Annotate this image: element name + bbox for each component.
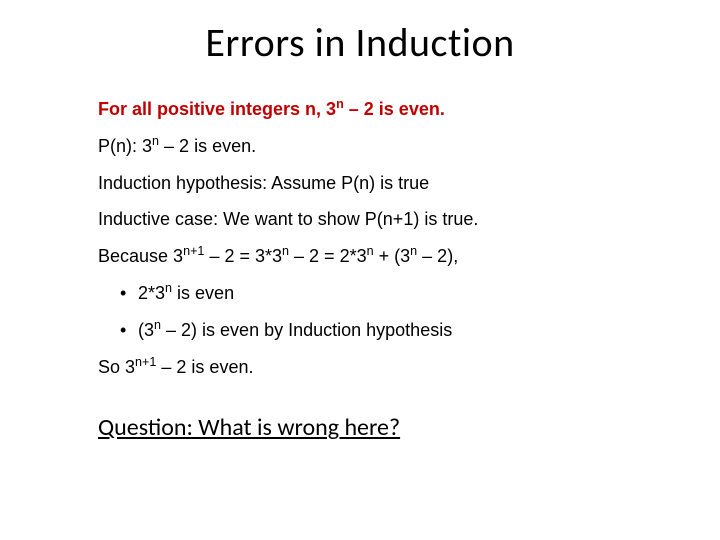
slide-title: Errors in Induction	[40, 18, 680, 67]
so-b: – 2 is even.	[156, 357, 253, 377]
content-block: For all positive integers n, 3n – 2 is e…	[40, 95, 680, 381]
so-a: So 3	[98, 357, 135, 377]
bc-c: – 2 = 2*3	[289, 246, 367, 266]
bc-d: + (3	[374, 246, 411, 266]
b2-a: (3	[138, 320, 154, 340]
question-wrap: Question: What is wrong here?	[40, 413, 680, 442]
hypothesis-line: Induction hypothesis: Assume P(n) is tru…	[98, 169, 650, 198]
pn-line: P(n): 3n – 2 is even.	[98, 132, 650, 161]
bc-b: – 2 = 3*3	[204, 246, 282, 266]
so-s: n+1	[135, 355, 156, 369]
bc-s3: n	[367, 244, 374, 258]
b1-s: n	[165, 281, 172, 295]
bullet-2: (3n – 2) is even by Induction hypothesis	[98, 316, 650, 345]
b1-a: 2*3	[138, 283, 165, 303]
b2-b: – 2) is even by Induction hypothesis	[161, 320, 452, 340]
bullet-1: 2*3n is even	[98, 279, 650, 308]
because-line: Because 3n+1 – 2 = 3*3n – 2 = 2*3n + (3n…	[98, 242, 650, 271]
question-text: Question: What is wrong here?	[98, 413, 400, 442]
claim-sup: n	[336, 97, 344, 111]
claim-line: For all positive integers n, 3n – 2 is e…	[98, 95, 650, 124]
b2-s: n	[154, 318, 161, 332]
claim-suffix: – 2 is even.	[344, 99, 445, 119]
b1-b: is even	[172, 283, 234, 303]
slide: Errors in Induction For all positive int…	[0, 0, 720, 540]
bc-s2: n	[282, 244, 289, 258]
pn-sup: n	[152, 134, 159, 148]
claim-prefix: For all positive integers n, 3	[98, 99, 336, 119]
pn-a: P(n): 3	[98, 136, 152, 156]
bc-e: – 2),	[417, 246, 458, 266]
bc-a: Because 3	[98, 246, 183, 266]
so-line: So 3n+1 – 2 is even.	[98, 353, 650, 382]
inductive-line: Inductive case: We want to show P(n+1) i…	[98, 205, 650, 234]
pn-b: – 2 is even.	[159, 136, 256, 156]
bc-s1: n+1	[183, 244, 204, 258]
